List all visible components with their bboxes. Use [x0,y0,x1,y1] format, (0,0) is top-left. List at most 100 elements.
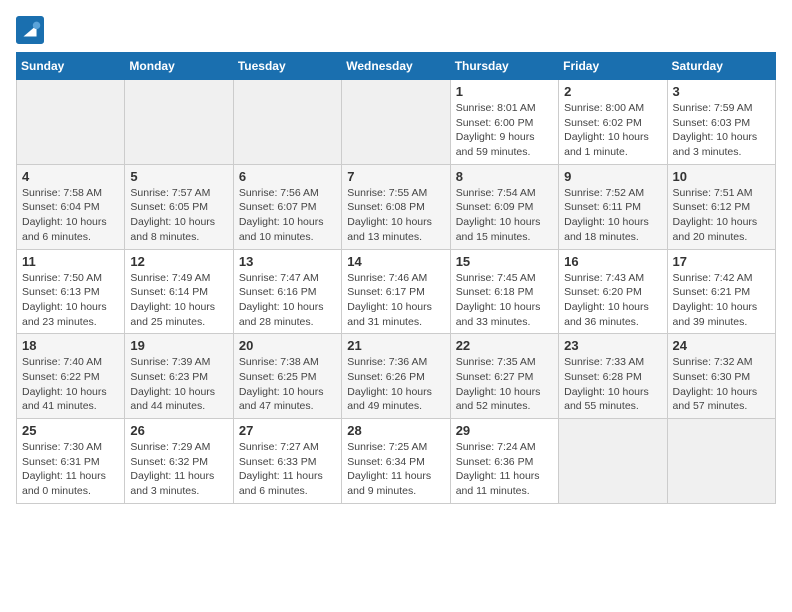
day-number: 8 [456,169,553,184]
day-info: Sunrise: 7:47 AM Sunset: 6:16 PM Dayligh… [239,271,336,330]
calendar-cell: 29 Sunrise: 7:24 AM Sunset: 6:36 PM Dayli… [450,419,558,504]
day-number: 14 [347,254,444,269]
weekday-header-wednesday: Wednesday [342,53,450,80]
calendar-week-3: 11 Sunrise: 7:50 AM Sunset: 6:13 PM Dayli… [17,249,776,334]
day-info: Sunrise: 7:49 AM Sunset: 6:14 PM Dayligh… [130,271,227,330]
day-number: 19 [130,338,227,353]
day-info: Sunrise: 7:40 AM Sunset: 6:22 PM Dayligh… [22,355,119,414]
header-row: SundayMondayTuesdayWednesdayThursdayFrid… [17,53,776,80]
calendar-table: SundayMondayTuesdayWednesdayThursdayFrid… [16,52,776,504]
day-info: Sunrise: 7:25 AM Sunset: 6:34 PM Dayligh… [347,440,444,499]
day-info: Sunrise: 7:57 AM Sunset: 6:05 PM Dayligh… [130,186,227,245]
calendar-cell: 2 Sunrise: 8:00 AM Sunset: 6:02 PM Daylig… [559,80,667,165]
calendar-cell [233,80,341,165]
day-info: Sunrise: 7:51 AM Sunset: 6:12 PM Dayligh… [673,186,770,245]
day-number: 29 [456,423,553,438]
calendar-cell: 19 Sunrise: 7:39 AM Sunset: 6:23 PM Dayli… [125,334,233,419]
day-info: Sunrise: 7:36 AM Sunset: 6:26 PM Dayligh… [347,355,444,414]
calendar-cell [125,80,233,165]
day-number: 28 [347,423,444,438]
calendar-cell: 8 Sunrise: 7:54 AM Sunset: 6:09 PM Daylig… [450,164,558,249]
day-number: 7 [347,169,444,184]
day-info: Sunrise: 7:24 AM Sunset: 6:36 PM Dayligh… [456,440,553,499]
day-number: 4 [22,169,119,184]
day-number: 5 [130,169,227,184]
day-info: Sunrise: 7:54 AM Sunset: 6:09 PM Dayligh… [456,186,553,245]
day-number: 16 [564,254,661,269]
calendar-cell [559,419,667,504]
day-info: Sunrise: 7:45 AM Sunset: 6:18 PM Dayligh… [456,271,553,330]
weekday-header-thursday: Thursday [450,53,558,80]
day-info: Sunrise: 7:29 AM Sunset: 6:32 PM Dayligh… [130,440,227,499]
calendar-cell: 11 Sunrise: 7:50 AM Sunset: 6:13 PM Dayli… [17,249,125,334]
calendar-cell: 17 Sunrise: 7:42 AM Sunset: 6:21 PM Dayli… [667,249,775,334]
calendar-cell: 3 Sunrise: 7:59 AM Sunset: 6:03 PM Daylig… [667,80,775,165]
weekday-header-saturday: Saturday [667,53,775,80]
day-number: 13 [239,254,336,269]
calendar-cell: 5 Sunrise: 7:57 AM Sunset: 6:05 PM Daylig… [125,164,233,249]
day-info: Sunrise: 7:52 AM Sunset: 6:11 PM Dayligh… [564,186,661,245]
day-info: Sunrise: 7:42 AM Sunset: 6:21 PM Dayligh… [673,271,770,330]
calendar-cell: 26 Sunrise: 7:29 AM Sunset: 6:32 PM Dayli… [125,419,233,504]
calendar-cell: 20 Sunrise: 7:38 AM Sunset: 6:25 PM Dayli… [233,334,341,419]
day-info: Sunrise: 7:43 AM Sunset: 6:20 PM Dayligh… [564,271,661,330]
day-number: 21 [347,338,444,353]
calendar-cell: 6Sunrise: 7:56 AM Sunset: 6:07 PM Daylig… [233,164,341,249]
day-number: 25 [22,423,119,438]
calendar-week-1: 1Sunrise: 8:01 AM Sunset: 6:00 PM Daylig… [17,80,776,165]
day-info: Sunrise: 7:58 AM Sunset: 6:04 PM Dayligh… [22,186,119,245]
day-info: Sunrise: 7:56 AM Sunset: 6:07 PM Dayligh… [239,186,336,245]
calendar-cell: 23 Sunrise: 7:33 AM Sunset: 6:28 PM Dayli… [559,334,667,419]
day-number: 10 [673,169,770,184]
weekday-header-monday: Monday [125,53,233,80]
calendar-cell: 14 Sunrise: 7:46 AM Sunset: 6:17 PM Dayli… [342,249,450,334]
calendar-cell: 24Sunrise: 7:32 AM Sunset: 6:30 PM Dayli… [667,334,775,419]
calendar-cell: 28 Sunrise: 7:25 AM Sunset: 6:34 PM Dayli… [342,419,450,504]
day-number: 22 [456,338,553,353]
day-number: 9 [564,169,661,184]
day-info: Sunrise: 7:35 AM Sunset: 6:27 PM Dayligh… [456,355,553,414]
day-info: Sunrise: 7:39 AM Sunset: 6:23 PM Dayligh… [130,355,227,414]
calendar-cell [17,80,125,165]
logo-icon [16,16,44,44]
calendar-cell: 9 Sunrise: 7:52 AM Sunset: 6:11 PM Daylig… [559,164,667,249]
day-number: 11 [22,254,119,269]
day-info: Sunrise: 7:30 AM Sunset: 6:31 PM Dayligh… [22,440,119,499]
day-info: Sunrise: 8:00 AM Sunset: 6:02 PM Dayligh… [564,101,661,160]
page-header [16,16,776,44]
calendar-cell: 12 Sunrise: 7:49 AM Sunset: 6:14 PM Dayli… [125,249,233,334]
weekday-header-tuesday: Tuesday [233,53,341,80]
calendar-cell [667,419,775,504]
calendar-cell: 25 Sunrise: 7:30 AM Sunset: 6:31 PM Dayli… [17,419,125,504]
day-number: 24 [673,338,770,353]
day-info: Sunrise: 7:50 AM Sunset: 6:13 PM Dayligh… [22,271,119,330]
day-number: 27 [239,423,336,438]
logo [16,16,46,44]
day-info: Sunrise: 7:55 AM Sunset: 6:08 PM Dayligh… [347,186,444,245]
day-number: 3 [673,84,770,99]
day-number: 2 [564,84,661,99]
calendar-cell: 27 Sunrise: 7:27 AM Sunset: 6:33 PM Dayli… [233,419,341,504]
calendar-cell: 1Sunrise: 8:01 AM Sunset: 6:00 PM Daylig… [450,80,558,165]
day-info: Sunrise: 7:33 AM Sunset: 6:28 PM Dayligh… [564,355,661,414]
day-number: 18 [22,338,119,353]
calendar-cell: 13 Sunrise: 7:47 AM Sunset: 6:16 PM Dayli… [233,249,341,334]
day-number: 12 [130,254,227,269]
calendar-cell: 22 Sunrise: 7:35 AM Sunset: 6:27 PM Dayli… [450,334,558,419]
day-info: Sunrise: 7:46 AM Sunset: 6:17 PM Dayligh… [347,271,444,330]
day-info: Sunrise: 7:27 AM Sunset: 6:33 PM Dayligh… [239,440,336,499]
day-info: Sunrise: 8:01 AM Sunset: 6:00 PM Dayligh… [456,101,553,160]
day-info: Sunrise: 7:38 AM Sunset: 6:25 PM Dayligh… [239,355,336,414]
calendar-cell: 15 Sunrise: 7:45 AM Sunset: 6:18 PM Dayli… [450,249,558,334]
calendar-week-5: 25 Sunrise: 7:30 AM Sunset: 6:31 PM Dayli… [17,419,776,504]
day-number: 20 [239,338,336,353]
calendar-cell: 7 Sunrise: 7:55 AM Sunset: 6:08 PM Daylig… [342,164,450,249]
day-number: 23 [564,338,661,353]
day-number: 17 [673,254,770,269]
weekday-header-friday: Friday [559,53,667,80]
day-info: Sunrise: 7:59 AM Sunset: 6:03 PM Dayligh… [673,101,770,160]
day-number: 15 [456,254,553,269]
calendar-cell: 18 Sunrise: 7:40 AM Sunset: 6:22 PM Dayli… [17,334,125,419]
day-number: 26 [130,423,227,438]
weekday-header-sunday: Sunday [17,53,125,80]
